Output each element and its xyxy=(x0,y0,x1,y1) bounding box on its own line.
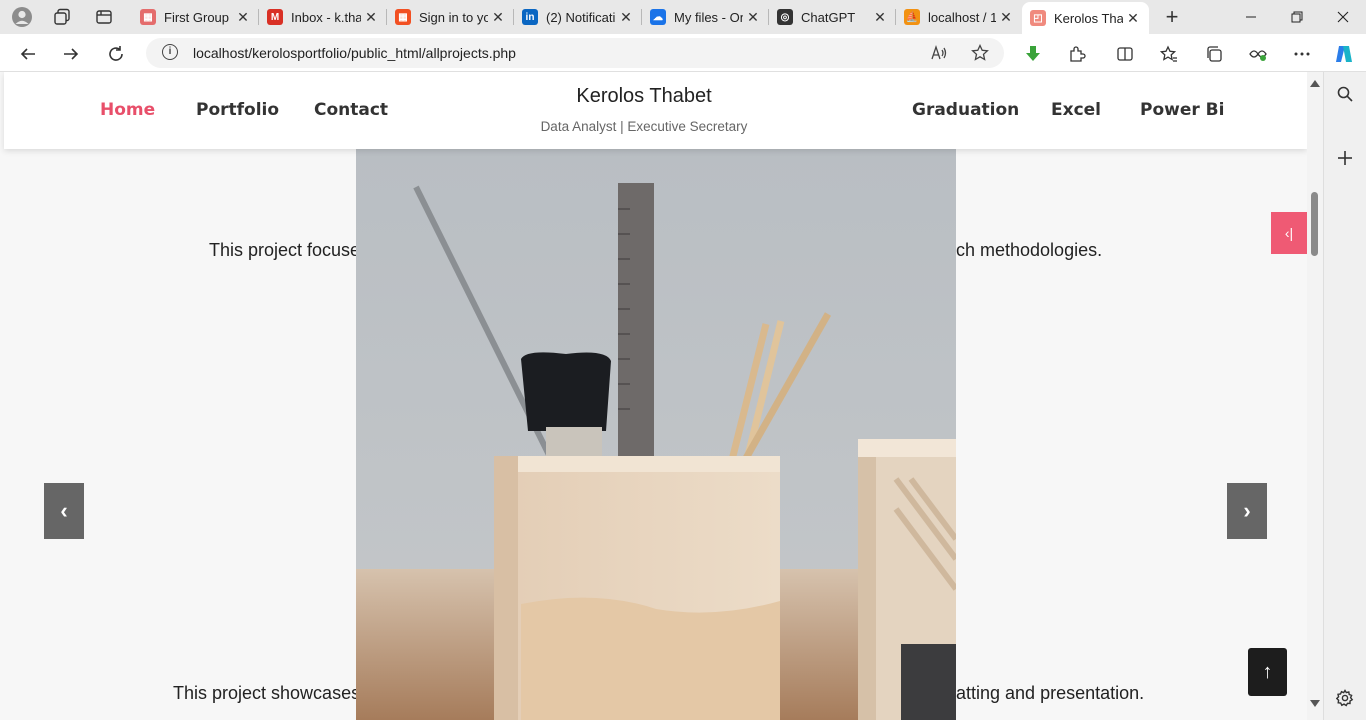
page-scrollbar[interactable] xyxy=(1307,72,1323,720)
tab-kerolos-thabet[interactable]: ◰ Kerolos Thab ✕ xyxy=(1022,2,1149,34)
close-tab-icon[interactable]: ✕ xyxy=(616,9,636,26)
profile-icon[interactable] xyxy=(10,5,34,29)
new-tab-button[interactable]: + xyxy=(1160,4,1184,29)
brand-tagline: Data Analyst | Executive Secretary xyxy=(540,119,748,134)
minimize-icon[interactable] xyxy=(1228,0,1274,34)
gear-icon[interactable] xyxy=(1333,686,1357,710)
address-bar[interactable]: i localhost/kerolosportfolio/public_html… xyxy=(146,38,1004,68)
close-tab-icon[interactable]: ✕ xyxy=(1123,10,1143,27)
tab-first-group[interactable]: ▦ First Group - ✕ xyxy=(132,3,259,31)
close-window-icon[interactable] xyxy=(1320,0,1366,34)
search-icon[interactable] xyxy=(1333,82,1357,106)
download-manager-icon[interactable] xyxy=(1021,42,1045,66)
copilot-icon[interactable] xyxy=(1332,42,1356,66)
project-description-right: ch methodologies. xyxy=(956,240,1103,260)
nav-power-bi[interactable]: Power Bi xyxy=(1140,100,1224,120)
tab-notifications[interactable]: in (2) Notificati ✕ xyxy=(514,3,642,31)
tab-label: My files - On xyxy=(674,9,743,25)
tab-label: (2) Notificati xyxy=(546,9,616,25)
tab-sign-in[interactable]: ▦ Sign in to yo ✕ xyxy=(387,3,514,31)
forward-icon[interactable] xyxy=(58,41,84,67)
scroll-up-icon[interactable] xyxy=(1310,80,1320,87)
close-tab-icon[interactable]: ✕ xyxy=(233,9,253,26)
workspaces-icon[interactable] xyxy=(50,5,74,29)
tab-actions-icon[interactable] xyxy=(92,5,116,29)
chatgpt-icon: ◎ xyxy=(777,9,793,25)
tab-localhost[interactable]: ⛵ localhost / 1 ✕ xyxy=(896,3,1022,31)
phpmyadmin-icon: ⛵ xyxy=(904,9,920,25)
restore-icon[interactable] xyxy=(1274,0,1320,34)
close-tab-icon[interactable]: ✕ xyxy=(361,9,381,26)
close-tab-icon[interactable]: ✕ xyxy=(743,9,763,26)
site-favicon-icon: ◰ xyxy=(1030,10,1046,26)
close-tab-icon[interactable]: ✕ xyxy=(488,9,508,26)
close-tab-icon[interactable]: ✕ xyxy=(996,9,1016,26)
tab-chatgpt[interactable]: ◎ ChatGPT ✕ xyxy=(769,3,896,31)
microsoft-icon: ▦ xyxy=(395,9,411,25)
project-slide-image[interactable] xyxy=(356,149,956,720)
browser-essentials-icon[interactable] xyxy=(1246,42,1270,66)
tab-label: Inbox - k.tha xyxy=(291,9,361,25)
tab-inbox[interactable]: M Inbox - k.tha ✕ xyxy=(259,3,387,31)
read-aloud-icon[interactable] xyxy=(929,43,949,63)
nav-graduation[interactable]: Graduation xyxy=(912,100,1019,120)
tab-label: Kerolos Thab xyxy=(1054,10,1123,26)
carousel-prev-button[interactable]: ‹ xyxy=(44,483,84,539)
extensions-icon[interactable] xyxy=(1065,42,1089,66)
scrollbar-thumb[interactable] xyxy=(1311,192,1318,256)
site-info-icon[interactable]: i xyxy=(162,44,178,60)
tab-label: localhost / 1 xyxy=(928,9,996,25)
settings-menu-icon[interactable] xyxy=(1290,42,1314,66)
back-to-top-button[interactable]: ↑ xyxy=(1248,648,1287,696)
tab-label: First Group - xyxy=(164,9,233,25)
url-text[interactable]: localhost/kerolosportfolio/public_html/a… xyxy=(193,45,516,61)
collections-icon[interactable] xyxy=(1202,42,1226,66)
tab-label: ChatGPT xyxy=(801,9,856,25)
add-icon[interactable] xyxy=(1333,146,1357,170)
carousel-next-button[interactable]: › xyxy=(1227,483,1267,539)
site-header: Home Portfolio Contact Kerolos Thabet Da… xyxy=(4,72,1307,149)
project-description-left: This project focuse xyxy=(209,240,361,260)
project-description-right: atting and presentation. xyxy=(956,683,1145,703)
tab-label: Sign in to yo xyxy=(419,9,488,25)
browser-sidebar xyxy=(1323,72,1366,720)
gmail-icon: M xyxy=(267,9,283,25)
address-toolbar: i localhost/kerolosportfolio/public_html… xyxy=(0,34,1366,72)
split-screen-icon[interactable] xyxy=(1113,42,1137,66)
close-tab-icon[interactable]: ✕ xyxy=(870,9,890,26)
onedrive-icon: ☁ xyxy=(650,9,666,25)
refresh-icon[interactable] xyxy=(103,41,129,67)
favorite-star-icon[interactable] xyxy=(970,43,990,63)
sidebar-toggle-button[interactable]: ‹| xyxy=(1271,212,1307,254)
tab-bar: ▦ First Group - ✕ M Inbox - k.tha ✕ ▦ Si… xyxy=(0,0,1366,34)
project-description-left: This project showcases xyxy=(173,683,361,703)
nav-excel[interactable]: Excel xyxy=(1051,100,1101,120)
scroll-down-icon[interactable] xyxy=(1310,700,1320,707)
tab-my-files[interactable]: ☁ My files - On ✕ xyxy=(642,3,769,31)
linkedin-icon: in xyxy=(522,9,538,25)
favicon-icon: ▦ xyxy=(140,9,156,25)
back-icon[interactable] xyxy=(15,41,41,67)
page-viewport: Home Portfolio Contact Kerolos Thabet Da… xyxy=(0,72,1307,720)
favorites-icon[interactable] xyxy=(1157,42,1181,66)
